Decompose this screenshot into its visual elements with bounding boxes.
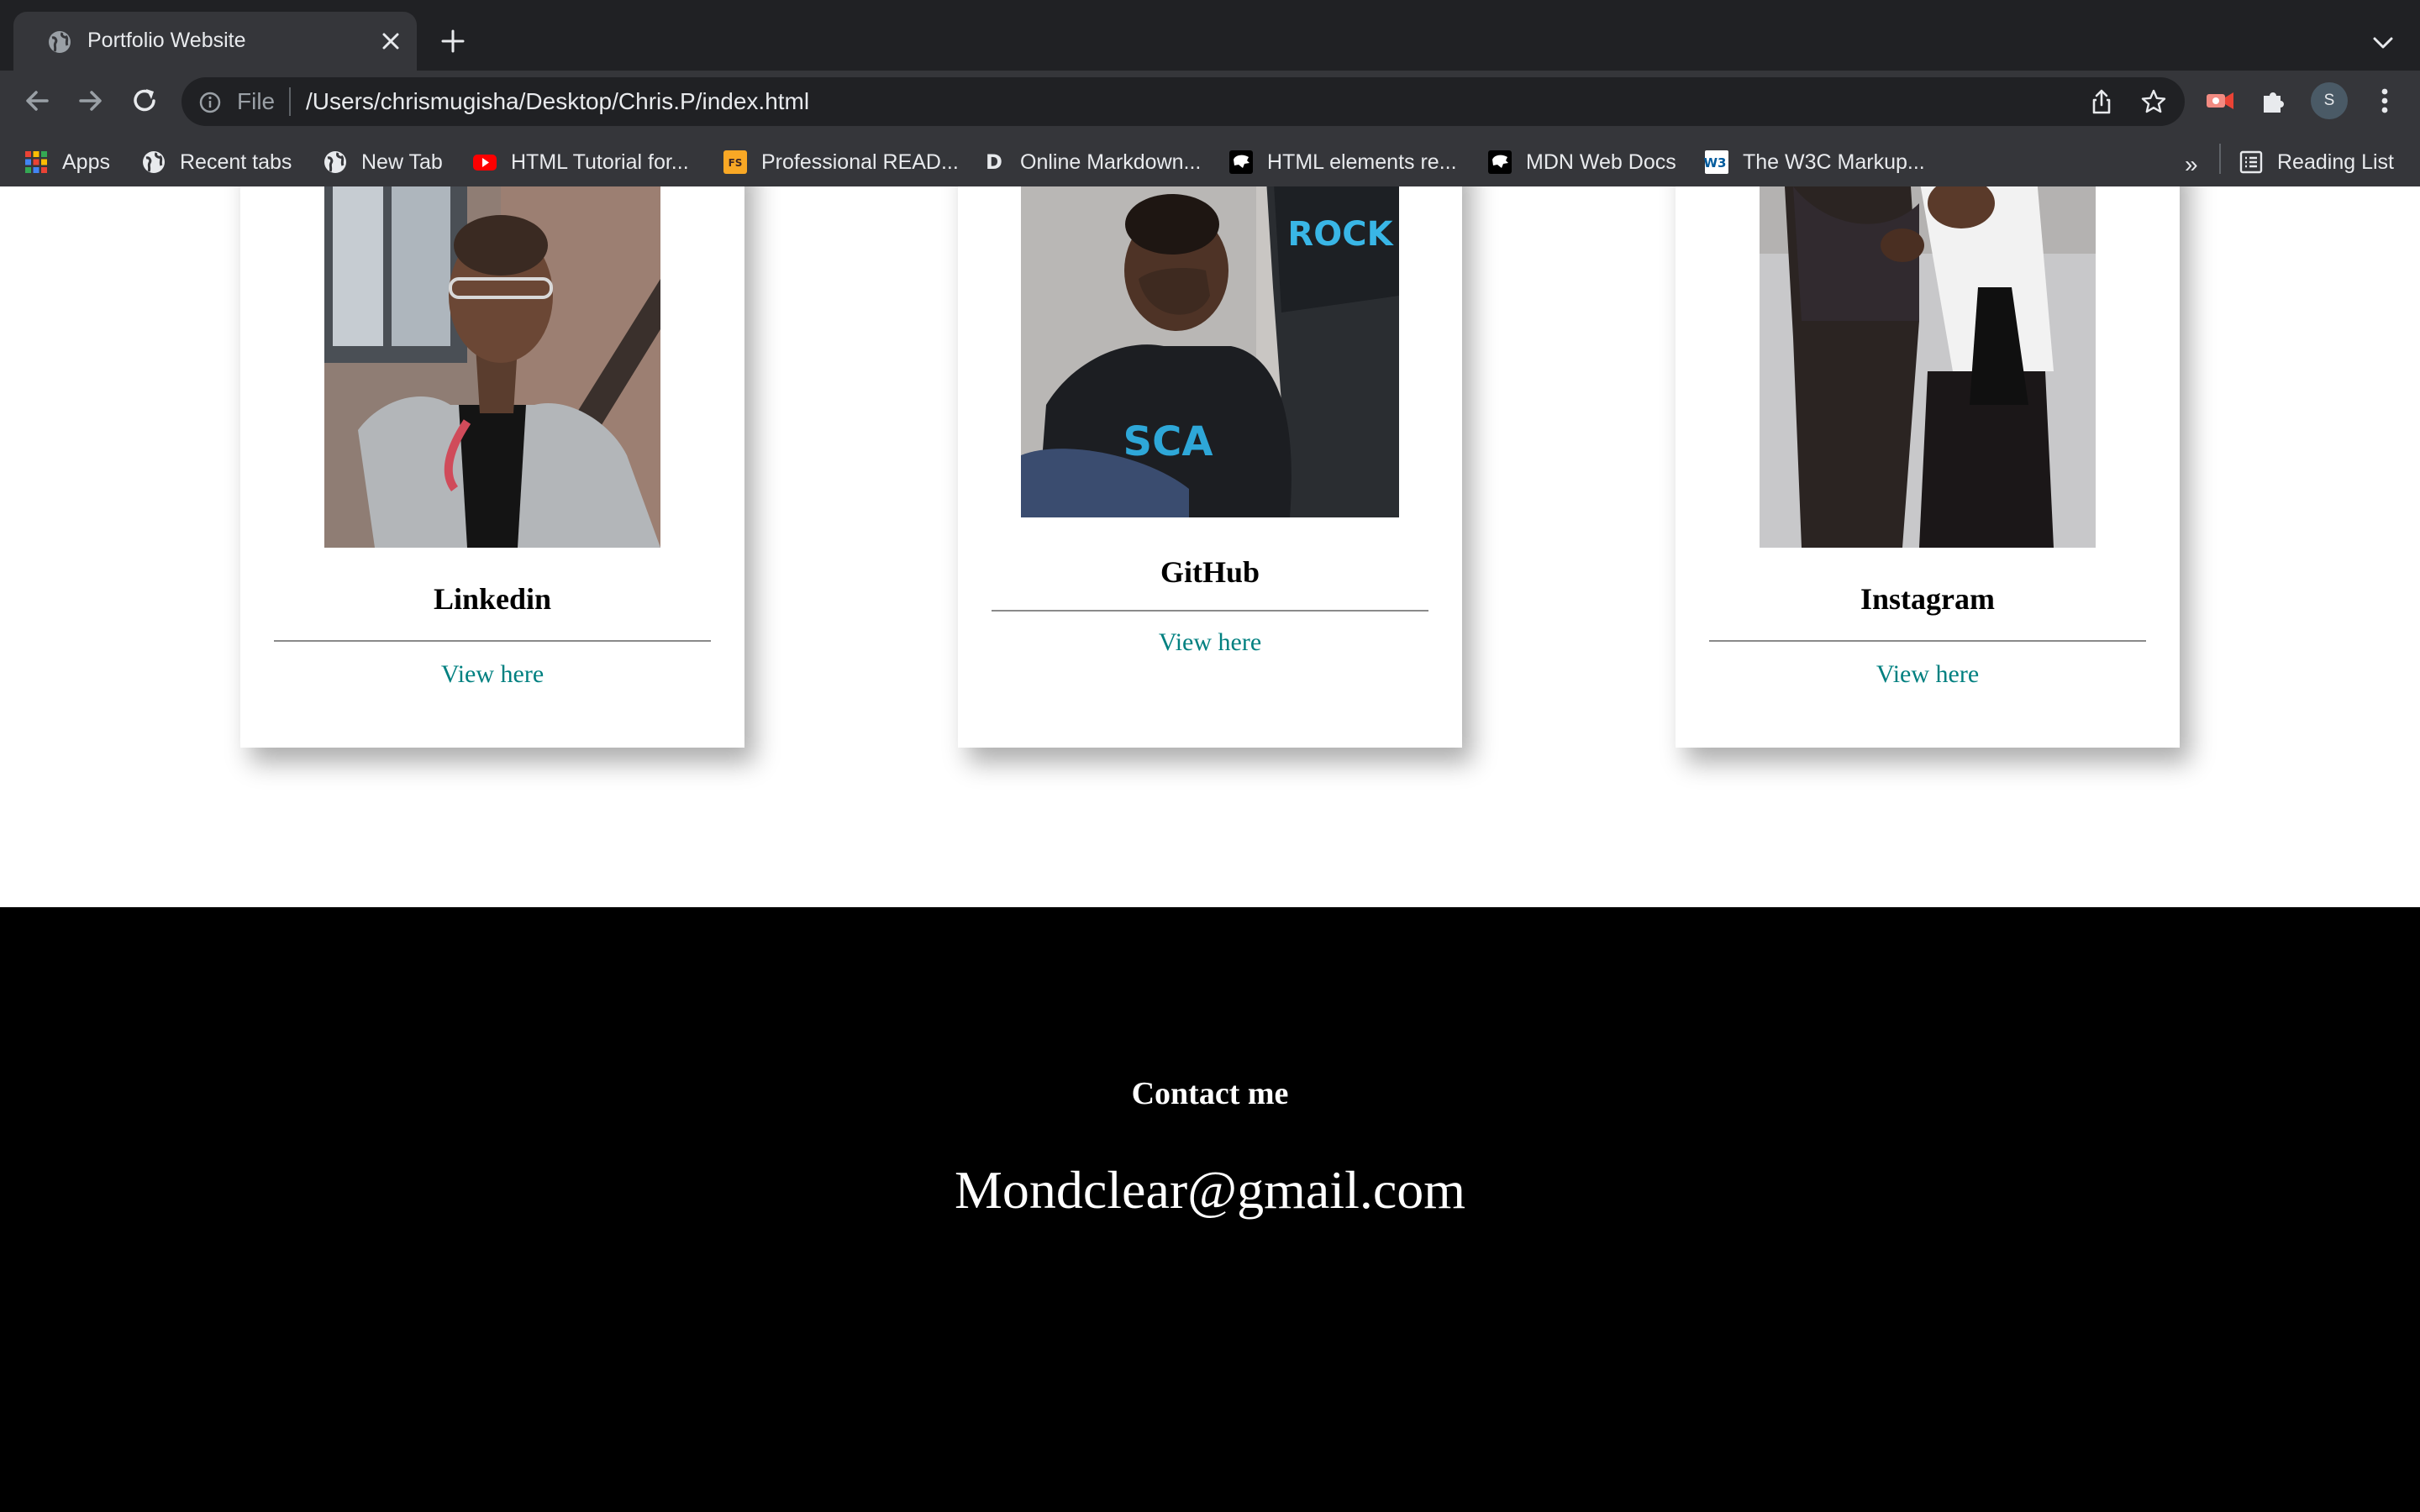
linkedin-card: Linkedin View here xyxy=(240,186,744,748)
bookmark-label: The W3C Markup... xyxy=(1743,150,1925,174)
contact-heading: Contact me xyxy=(1131,1076,1289,1111)
bookmark-label: MDN Web Docs xyxy=(1526,150,1676,174)
bookmark-label: Recent tabs xyxy=(180,150,292,174)
address-bar[interactable]: File /Users/chrismugisha/Desktop/Chris.P… xyxy=(182,77,2185,126)
bookmark-online-markdown[interactable]: D Online Markdown... xyxy=(981,144,1201,180)
instagram-profile-photo xyxy=(1760,186,2096,548)
tab-portfolio-website[interactable]: Portfolio Website xyxy=(13,12,417,71)
instagram-card: Instagram View here xyxy=(1676,186,2180,748)
card-divider xyxy=(1709,640,2146,642)
omnibox-divider xyxy=(289,87,291,116)
url-text[interactable]: /Users/chrismugisha/Desktop/Chris.P/inde… xyxy=(306,88,809,115)
kebab-menu-icon[interactable] xyxy=(2368,84,2402,118)
linkedin-profile-photo xyxy=(324,186,660,548)
star-icon[interactable] xyxy=(2139,87,2168,116)
bookmark-label: HTML elements re... xyxy=(1267,150,1457,174)
puzzle-extensions-icon[interactable] xyxy=(2257,84,2291,118)
new-tab-plus-icon[interactable] xyxy=(439,27,467,55)
d-icon: D xyxy=(986,150,1002,174)
globe-icon xyxy=(143,151,165,173)
tab-title: Portfolio Website xyxy=(87,29,246,52)
browser-chrome: Portfolio Website File /Users/chrismugis… xyxy=(0,0,2420,186)
apps-grid-icon xyxy=(25,151,47,173)
card-title: GitHub xyxy=(1160,555,1260,589)
svg-text:W3: W3 xyxy=(1704,155,1726,171)
reading-list-icon xyxy=(2239,150,2263,174)
bookmark-mdn-web-docs[interactable]: MDN Web Docs xyxy=(1487,144,1676,180)
reload-icon[interactable] xyxy=(128,84,161,118)
forward-arrow-icon[interactable] xyxy=(74,84,108,118)
svg-text:SCA: SCA xyxy=(1123,418,1213,465)
svg-text:D: D xyxy=(986,150,1002,174)
bookmark-label: Online Markdown... xyxy=(1020,150,1202,174)
youtube-icon xyxy=(473,155,497,171)
bookmark-recent-tabs[interactable]: Recent tabs xyxy=(141,144,292,180)
bookmarks-bar: Apps Recent tabs New Tab HTML Tutorial f… xyxy=(0,138,2420,186)
bookmark-w3c-markup[interactable]: W3 The W3C Markup... xyxy=(1704,144,1925,180)
contact-email: Mondclear@gmail.com xyxy=(954,1160,1466,1220)
bookmark-new-tab[interactable]: New Tab xyxy=(323,144,443,180)
reading-list-label: Reading List xyxy=(2277,150,2394,174)
card-divider xyxy=(992,610,1428,612)
profile-avatar[interactable]: S xyxy=(2311,82,2348,119)
reading-list-button[interactable]: Reading List xyxy=(2238,144,2394,180)
bookmark-html-tutorial[interactable]: HTML Tutorial for... xyxy=(472,144,689,180)
bookmarks-divider xyxy=(2219,144,2221,174)
bookmarks-overflow-chevron[interactable]: » xyxy=(2185,151,2198,178)
bookmark-label: Apps xyxy=(62,150,110,174)
chevron-down-icon[interactable] xyxy=(2368,30,2398,55)
card-title: Instagram xyxy=(1860,582,1995,616)
mdn-icon xyxy=(1488,150,1512,174)
instagram-view-link[interactable]: View here xyxy=(1676,660,2180,689)
fs-icon: FS xyxy=(723,150,747,174)
globe-icon xyxy=(49,31,71,53)
bookmark-html-elements[interactable]: HTML elements re... xyxy=(1228,144,1457,180)
scheme-label: File xyxy=(237,88,276,114)
linkedin-view-link[interactable]: View here xyxy=(240,660,744,689)
globe-icon xyxy=(324,151,346,173)
share-icon[interactable] xyxy=(2087,87,2116,116)
bookmark-label: New Tab xyxy=(361,150,443,174)
github-view-link[interactable]: View here xyxy=(958,628,1462,657)
tab-strip: Portfolio Website xyxy=(0,0,2420,71)
bookmark-label: Professional READ... xyxy=(761,150,959,174)
github-profile-photo: ROCK SCA xyxy=(1021,186,1399,517)
w3c-icon: W3 xyxy=(1704,150,1728,174)
mdn-icon xyxy=(1229,150,1253,174)
back-arrow-icon[interactable] xyxy=(20,84,54,118)
card-title: Linkedin xyxy=(433,582,552,616)
info-icon[interactable] xyxy=(198,91,222,114)
svg-text:FS: FS xyxy=(729,157,743,169)
page-content: Linkedin View here ROCK SCA GitHub View … xyxy=(0,186,2420,1512)
bookmark-apps[interactable]: Apps xyxy=(24,144,110,180)
card-divider xyxy=(274,640,711,642)
close-icon[interactable] xyxy=(380,30,402,52)
contact-footer: Contact me Mondclear@gmail.com xyxy=(0,907,2420,1512)
screen-recorder-extension-icon[interactable] xyxy=(2203,84,2237,118)
github-card: ROCK SCA GitHub View here xyxy=(958,186,1462,748)
svg-text:ROCK: ROCK xyxy=(1287,215,1394,254)
bookmark-professional-readme[interactable]: FS Professional READ... xyxy=(723,144,959,180)
bookmark-label: HTML Tutorial for... xyxy=(511,150,689,174)
